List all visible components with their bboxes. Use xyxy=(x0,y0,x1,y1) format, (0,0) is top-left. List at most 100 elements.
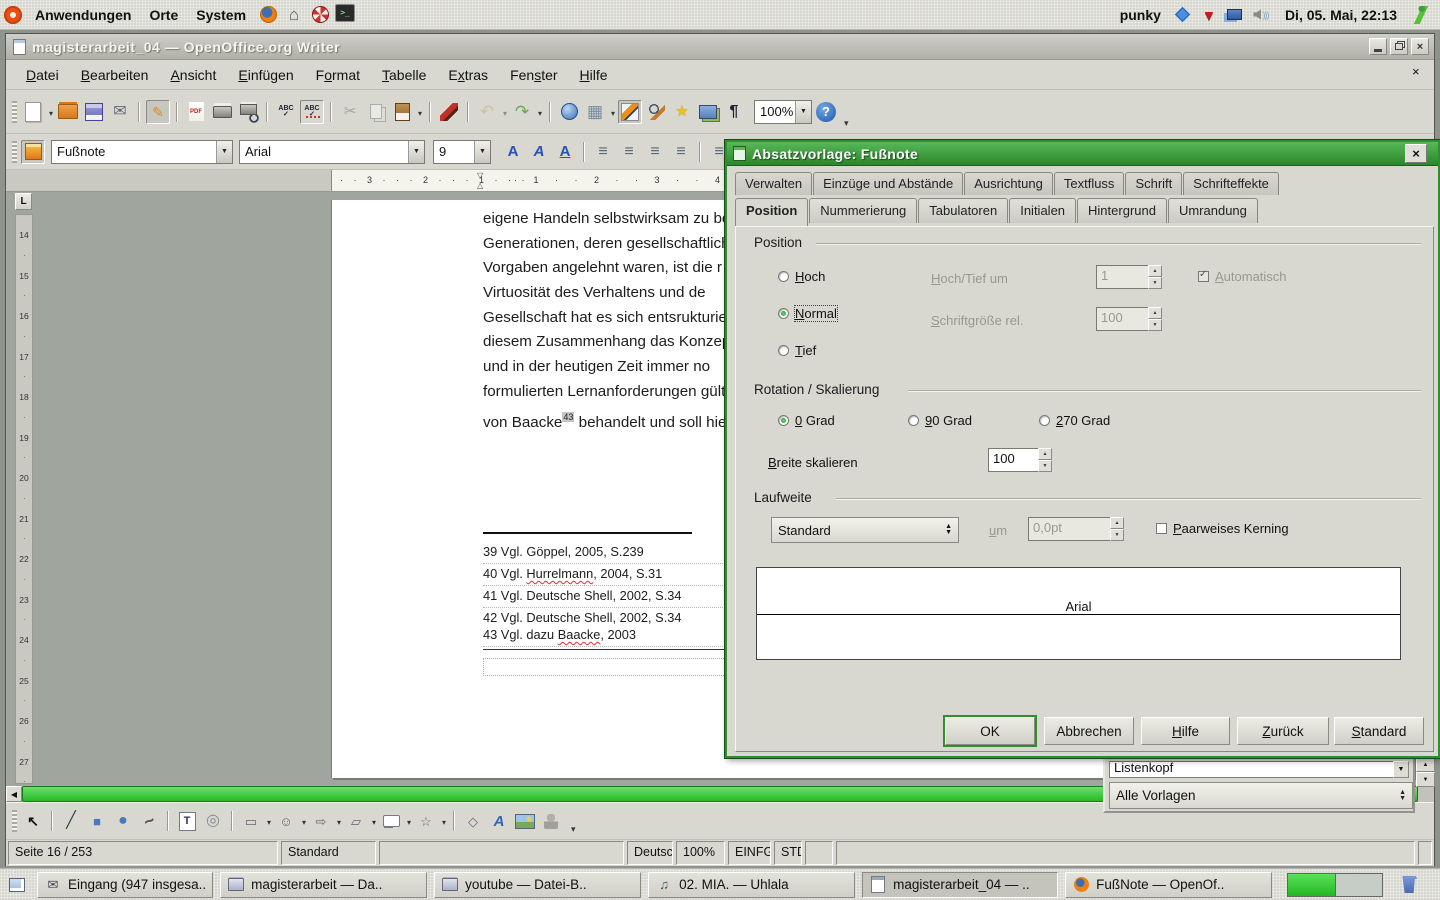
save-icon[interactable] xyxy=(82,100,106,124)
align-center-icon[interactable] xyxy=(617,140,641,164)
scroll-up-icon[interactable]: ▲ xyxy=(1416,757,1435,772)
line-icon[interactable] xyxy=(59,809,83,833)
status-field[interactable]: EINFG xyxy=(728,841,771,865)
redo-icon[interactable] xyxy=(510,100,534,124)
font-size-value[interactable]: 9 xyxy=(434,144,474,159)
workspace-switcher[interactable] xyxy=(1287,873,1383,897)
dropbox-icon[interactable] xyxy=(1172,4,1194,26)
status-field[interactable]: STD xyxy=(774,841,802,865)
footnote-anchor[interactable]: 43 xyxy=(562,412,574,422)
radio-circle[interactable] xyxy=(778,345,789,356)
radio-tief[interactable]: Tief xyxy=(778,343,816,358)
justify-icon[interactable] xyxy=(669,140,693,164)
menu-system[interactable]: System xyxy=(187,3,255,27)
ubuntu-menu-icon[interactable] xyxy=(2,4,24,26)
trash-icon[interactable] xyxy=(1396,873,1422,897)
paste-icon[interactable] xyxy=(390,100,414,124)
bold-icon[interactable] xyxy=(501,140,525,164)
checkbox-paarweises-kerning[interactable]: Paarweises Kerning xyxy=(1156,521,1289,536)
dialog-tab[interactable]: Tabulatoren xyxy=(918,198,1008,223)
toolbar-overflow-icon[interactable]: ▾ xyxy=(571,824,576,839)
menu-item[interactable]: Tabelle xyxy=(372,63,436,87)
radio-circle[interactable] xyxy=(778,271,789,282)
toolbar-grip[interactable] xyxy=(12,101,17,123)
print-icon[interactable] xyxy=(210,100,234,124)
dialog-tab[interactable]: Verwalten xyxy=(735,172,812,195)
font-size-combo[interactable]: 9 ▼ xyxy=(433,140,491,164)
extrusion-icon[interactable] xyxy=(539,809,563,833)
clock-label[interactable]: Di, 05. Mai, 22:13 xyxy=(1285,7,1397,23)
task-magisterarbeit-writer[interactable]: magisterarbeit_04 — .. xyxy=(862,872,1058,898)
menu-item[interactable]: Fenster xyxy=(500,63,567,87)
chevron-down-icon[interactable]: ▼ xyxy=(1393,761,1409,778)
toolbar-overflow-icon[interactable]: ▾ xyxy=(844,118,849,133)
minimize-button[interactable] xyxy=(1369,38,1387,55)
volume-icon[interactable] xyxy=(1250,4,1272,26)
radio-circle[interactable] xyxy=(1039,415,1050,426)
status-field[interactable] xyxy=(379,841,624,865)
chevron-down-icon[interactable]: ▼ xyxy=(474,141,490,163)
gallery-icon[interactable] xyxy=(696,100,720,124)
close-document-icon[interactable]: × xyxy=(1412,64,1420,79)
status-field[interactable]: Seite 16 / 253 xyxy=(8,841,278,865)
status-field[interactable] xyxy=(805,841,833,865)
open-icon[interactable] xyxy=(56,100,80,124)
home-clock-icon[interactable] xyxy=(283,4,305,26)
dialog-tab[interactable]: Umrandung xyxy=(1168,198,1258,223)
paragraph-style-combo[interactable]: Fußnote ▼ xyxy=(51,140,233,164)
select-icon[interactable] xyxy=(21,809,45,833)
font-name-value[interactable]: Arial xyxy=(240,144,408,159)
format-paintbrush-icon[interactable] xyxy=(437,100,461,124)
zoom-combo[interactable]: 100% ▼ xyxy=(754,100,812,124)
breite-skalieren-spinner[interactable]: 100 ▲▼ xyxy=(988,448,1052,472)
email-icon[interactable] xyxy=(108,100,132,124)
task-youtube-ordner[interactable]: youtube — Datei-B.. xyxy=(434,872,641,898)
standard-button[interactable]: Standard xyxy=(1334,717,1424,745)
stars-icon[interactable] xyxy=(414,809,438,833)
status-field[interactable]: Deutsch (Deutschland) xyxy=(627,841,673,865)
symbol-shapes-icon[interactable] xyxy=(274,809,298,833)
menu-item[interactable]: Format xyxy=(306,63,370,87)
task-eingang[interactable]: Eingang (947 insgesa.. xyxy=(37,872,213,898)
laufweite-select[interactable]: Standard ▲▼ xyxy=(771,517,959,543)
menu-item[interactable]: Bearbeiten xyxy=(71,63,159,87)
footnotes-block[interactable]: 39 Vgl. Göppel, 2005, S.23940 Vgl. Hurre… xyxy=(483,542,731,647)
flowchart-icon[interactable] xyxy=(344,809,368,833)
dialog-tab[interactable]: Ausrichtung xyxy=(964,172,1053,195)
firefox-icon[interactable] xyxy=(257,4,279,26)
radio-0-grad[interactable]: 0 Grad xyxy=(778,413,835,428)
find-replace-icon[interactable] xyxy=(644,100,668,124)
style-filter-select[interactable]: Alle Vorlagen ▲▼ xyxy=(1109,782,1413,809)
dialog-tab[interactable]: Schrift xyxy=(1125,172,1182,195)
chevron-down-icon[interactable]: ▼ xyxy=(795,101,811,123)
radio-normal[interactable]: Normal xyxy=(778,306,837,321)
vertical-ruler[interactable]: 1415161718192021222324252627 xyxy=(15,214,33,784)
align-right-icon[interactable] xyxy=(643,140,667,164)
drawing-icon[interactable] xyxy=(618,100,642,124)
styles-window-icon[interactable] xyxy=(21,140,45,164)
restore-button[interactable] xyxy=(1390,38,1408,55)
points-icon[interactable] xyxy=(461,809,485,833)
basic-shapes-icon[interactable] xyxy=(239,809,263,833)
abbrechen-button[interactable]: Abbrechen xyxy=(1044,717,1134,745)
zoom-value[interactable]: 100% xyxy=(755,104,795,119)
checkbox-box[interactable] xyxy=(1156,523,1167,534)
from-file-icon[interactable] xyxy=(513,809,537,833)
menu-item[interactable]: Datei xyxy=(16,63,69,87)
ellipse-icon[interactable] xyxy=(111,809,135,833)
formatting-marks-icon[interactable] xyxy=(722,100,746,124)
chevron-down-icon[interactable]: ▼ xyxy=(408,141,424,163)
writer-titlebar[interactable]: magisterarbeit_04 — OpenOffice.org Write… xyxy=(6,34,1434,60)
align-left-icon[interactable] xyxy=(591,140,615,164)
left-indent-marker[interactable]: △ xyxy=(477,181,483,190)
help-lifebuoy-icon[interactable] xyxy=(309,4,331,26)
menu-orte[interactable]: Orte xyxy=(140,3,187,27)
toolbar-grip[interactable] xyxy=(12,141,17,163)
italic-icon[interactable] xyxy=(527,140,551,164)
text-box-icon[interactable] xyxy=(175,809,199,833)
radio-circle[interactable] xyxy=(778,308,789,319)
ok-button[interactable]: OK xyxy=(945,717,1035,745)
rectangle-icon[interactable] xyxy=(85,809,109,833)
radio-circle[interactable] xyxy=(778,415,789,426)
freeform-line-icon[interactable] xyxy=(137,809,161,833)
